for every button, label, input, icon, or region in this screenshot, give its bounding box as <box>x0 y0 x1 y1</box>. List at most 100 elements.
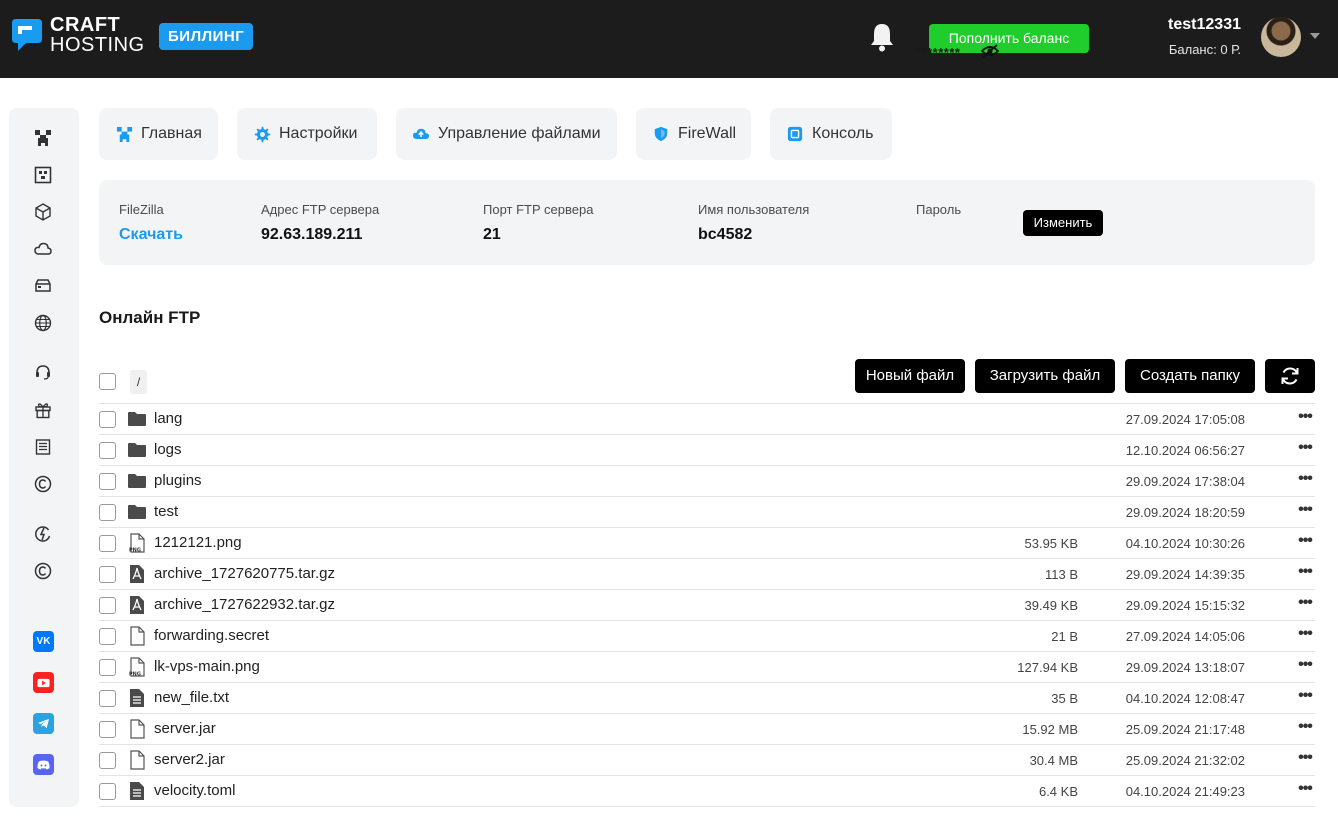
billing-badge[interactable]: БИЛЛИНГ <box>159 23 254 50</box>
file-row[interactable]: archive_1727622932.tar.gz 39.49 KB 29.09.2… <box>99 589 1315 620</box>
tab-main[interactable]: Главная <box>99 108 218 160</box>
file-name[interactable]: logs <box>154 441 182 458</box>
new-file-button[interactable]: Новый файл <box>855 359 965 393</box>
more-actions-icon[interactable]: ••• <box>1295 749 1315 767</box>
file-name[interactable]: 1212121.png <box>154 534 242 551</box>
file-name[interactable]: forwarding.secret <box>154 627 269 644</box>
more-actions-icon[interactable]: ••• <box>1295 718 1315 736</box>
file-row[interactable]: new_file.txt 35 B 04.10.2024 12:08:47 ••• <box>99 682 1315 713</box>
tab-label: Главная <box>141 125 202 142</box>
more-actions-icon[interactable]: ••• <box>1295 470 1315 488</box>
document-list-icon[interactable] <box>33 437 53 457</box>
row-checkbox[interactable] <box>99 752 116 769</box>
current-path[interactable]: / <box>130 370 147 394</box>
ftp-password-value: ******** <box>916 45 961 60</box>
change-password-button[interactable]: Изменить <box>1023 210 1103 236</box>
cube-icon[interactable] <box>33 202 53 222</box>
file-date: 29.09.2024 14:39:35 <box>1125 567 1245 582</box>
server-grid-icon[interactable] <box>33 165 53 185</box>
copyright-icon[interactable] <box>33 474 53 494</box>
file-name[interactable]: lang <box>154 410 182 427</box>
archive-file-icon <box>127 564 147 584</box>
file-row[interactable]: PNG 1212121.png 53.95 KB 04.10.2024 10:30:2… <box>99 527 1315 558</box>
create-folder-button[interactable]: Создать папку <box>1125 359 1255 393</box>
file-row[interactable]: server2.jar 30.4 MB 25.09.2024 21:32:02 ••• <box>99 744 1315 775</box>
row-checkbox[interactable] <box>99 721 116 738</box>
copyright-icon[interactable] <box>33 561 53 581</box>
more-actions-icon[interactable]: ••• <box>1295 625 1315 643</box>
file-name[interactable]: archive_1727620775.tar.gz <box>154 565 335 582</box>
globe-icon[interactable] <box>33 313 53 333</box>
power-swap-icon[interactable] <box>33 524 53 544</box>
more-actions-icon[interactable]: ••• <box>1295 439 1315 457</box>
row-checkbox[interactable] <box>99 473 116 490</box>
tab-firewall[interactable]: FireWall <box>636 108 751 160</box>
eye-off-icon[interactable] <box>980 43 1000 59</box>
refresh-button[interactable] <box>1265 359 1315 393</box>
upload-file-button[interactable]: Загрузить файл <box>975 359 1115 393</box>
cloud-icon[interactable] <box>33 239 53 259</box>
row-checkbox[interactable] <box>99 411 116 428</box>
more-actions-icon[interactable]: ••• <box>1295 687 1315 705</box>
file-row[interactable]: forwarding.secret 21 B 27.09.2024 14:05:06… <box>99 620 1315 651</box>
file-row[interactable]: archive_1727620775.tar.gz 113 B 29.09.2024… <box>99 558 1315 589</box>
file-name[interactable]: new_file.txt <box>154 689 229 706</box>
file-row[interactable]: server.jar 15.92 MB 25.09.2024 21:17:48 ••• <box>99 713 1315 744</box>
file-date: 29.09.2024 15:15:32 <box>1125 598 1245 613</box>
file-name[interactable]: velocity.toml <box>154 782 235 799</box>
file-row[interactable]: velocity.toml 6.4 KB 04.10.2024 21:49:23 ••… <box>99 775 1315 806</box>
more-actions-icon[interactable]: ••• <box>1295 594 1315 612</box>
row-checkbox[interactable] <box>99 535 116 552</box>
username[interactable]: test12331 <box>1168 16 1241 34</box>
telegram-icon[interactable] <box>33 713 54 734</box>
row-checkbox[interactable] <box>99 566 116 583</box>
craft-hosting-logo[interactable]: CRAFT HOSTING <box>8 15 145 55</box>
storage-icon[interactable] <box>33 276 53 296</box>
file-name[interactable]: server.jar <box>154 720 216 737</box>
more-actions-icon[interactable]: ••• <box>1295 408 1315 426</box>
file-name[interactable]: server2.jar <box>154 751 225 768</box>
select-all-checkbox[interactable] <box>99 373 116 390</box>
refresh-icon <box>1281 367 1299 385</box>
headset-icon[interactable] <box>33 362 53 382</box>
file-date: 04.10.2024 21:49:23 <box>1125 784 1245 799</box>
notification-bell-icon[interactable] <box>868 22 896 52</box>
gift-icon[interactable] <box>33 400 53 420</box>
folder-row[interactable]: test 29.09.2024 18:20:59 ••• <box>99 496 1315 527</box>
file-name[interactable]: plugins <box>154 472 202 489</box>
row-checkbox[interactable] <box>99 442 116 459</box>
tab-settings[interactable]: Настройки <box>237 108 377 160</box>
folder-row[interactable]: plugins 29.09.2024 17:38:04 ••• <box>99 465 1315 496</box>
more-actions-icon[interactable]: ••• <box>1295 780 1315 798</box>
tab-label: Консоль <box>812 125 874 142</box>
row-checkbox[interactable] <box>99 659 116 676</box>
more-actions-icon[interactable]: ••• <box>1295 532 1315 550</box>
file-name[interactable]: test <box>154 503 178 520</box>
more-actions-icon[interactable]: ••• <box>1295 656 1315 674</box>
more-actions-icon[interactable]: ••• <box>1295 563 1315 581</box>
file-row[interactable]: PNG lk-vps-main.png 127.94 KB 29.09.2024 13… <box>99 651 1315 682</box>
ftp-info-panel: FileZilla Скачать Адрес FTP сервера 92.6… <box>99 180 1315 265</box>
minecraft-icon[interactable] <box>33 128 53 148</box>
chevron-down-icon[interactable] <box>1310 33 1320 39</box>
file-name[interactable]: lk-vps-main.png <box>154 658 260 675</box>
folder-row[interactable]: lang 27.09.2024 17:05:08 ••• <box>99 403 1315 434</box>
row-checkbox[interactable] <box>99 628 116 645</box>
file-name[interactable]: archive_1727622932.tar.gz <box>154 596 335 613</box>
tab-file-manager[interactable]: Управление файлами <box>396 108 617 160</box>
ftp-address-value: 92.63.189.211 <box>261 226 363 243</box>
more-actions-icon[interactable]: ••• <box>1295 501 1315 519</box>
tab-label: Настройки <box>279 125 358 142</box>
discord-icon[interactable] <box>33 754 54 775</box>
youtube-icon[interactable] <box>33 672 54 693</box>
tab-console[interactable]: Консоль <box>770 108 892 160</box>
vk-icon[interactable]: VK <box>33 631 54 652</box>
file-icon <box>127 626 147 646</box>
row-checkbox[interactable] <box>99 690 116 707</box>
avatar[interactable] <box>1261 17 1301 57</box>
row-checkbox[interactable] <box>99 783 116 800</box>
filezilla-download-link[interactable]: Скачать <box>119 226 183 244</box>
row-checkbox[interactable] <box>99 597 116 614</box>
folder-row[interactable]: logs 12.10.2024 06:56:27 ••• <box>99 434 1315 465</box>
row-checkbox[interactable] <box>99 504 116 521</box>
